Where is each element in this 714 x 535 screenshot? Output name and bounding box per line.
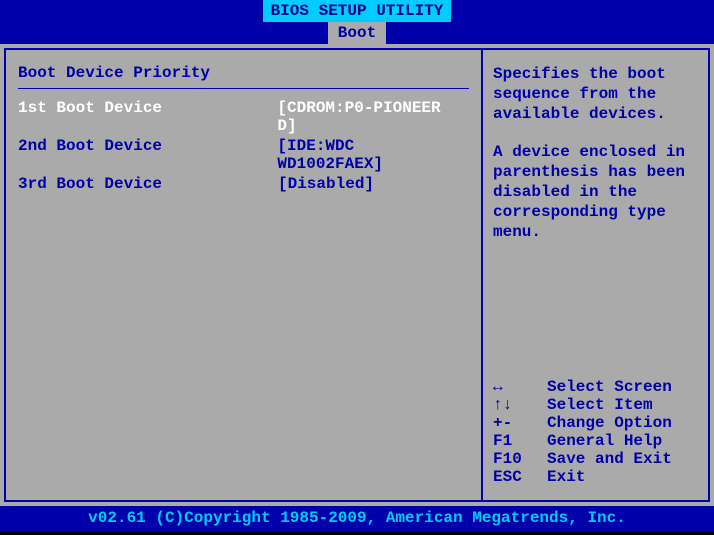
nav-desc: Select Item xyxy=(547,396,653,414)
tab-row: Boot xyxy=(0,22,714,44)
nav-desc: Save and Exit xyxy=(547,450,672,468)
help-paragraph: A device enclosed in parenthesis has bee… xyxy=(493,142,698,242)
boot-device-row[interactable]: 3rd Boot Device [Disabled] xyxy=(18,175,469,193)
nav-row: F1 General Help xyxy=(493,432,698,450)
help-text: Specifies the boot sequence from the ava… xyxy=(493,64,698,260)
boot-device-label: 3rd Boot Device xyxy=(18,175,278,193)
nav-row: ↔ Select Screen xyxy=(493,378,698,396)
boot-device-value: [IDE:WDC WD1002FAEX] xyxy=(277,137,469,173)
boot-device-row[interactable]: 2nd Boot Device [IDE:WDC WD1002FAEX] xyxy=(18,137,469,173)
footer-text: v02.61 (C)Copyright 1985-2009, American … xyxy=(88,509,626,527)
footer-bar: v02.61 (C)Copyright 1985-2009, American … xyxy=(0,506,714,531)
main-area: Boot Device Priority 1st Boot Device [CD… xyxy=(0,44,714,506)
boot-device-value: [Disabled] xyxy=(278,175,374,193)
nav-desc: Exit xyxy=(547,468,585,486)
nav-key: F10 xyxy=(493,450,547,468)
boot-device-label: 2nd Boot Device xyxy=(18,137,277,173)
boot-device-label: 1st Boot Device xyxy=(18,99,277,135)
boot-device-row[interactable]: 1st Boot Device [CDROM:P0-PIONEER D] xyxy=(18,99,469,135)
nav-row: +- Change Option xyxy=(493,414,698,432)
help-paragraph: Specifies the boot sequence from the ava… xyxy=(493,64,698,124)
nav-key: ESC xyxy=(493,468,547,486)
nav-row: F10 Save and Exit xyxy=(493,450,698,468)
nav-desc: Change Option xyxy=(547,414,672,432)
nav-help: ↔ Select Screen ↑↓ Select Item +- Change… xyxy=(493,378,698,486)
section-title: Boot Device Priority xyxy=(18,64,469,82)
divider xyxy=(18,88,469,89)
nav-key: +- xyxy=(493,414,547,432)
nav-row: ESC Exit xyxy=(493,468,698,486)
tab-boot[interactable]: Boot xyxy=(328,22,386,44)
nav-key: ↑↓ xyxy=(493,396,547,414)
right-pane: Specifies the boot sequence from the ava… xyxy=(482,48,710,502)
nav-key: ↔ xyxy=(493,378,547,396)
title-bar: BIOS SETUP UTILITY xyxy=(0,0,714,22)
left-pane: Boot Device Priority 1st Boot Device [CD… xyxy=(4,48,482,502)
app-title: BIOS SETUP UTILITY xyxy=(263,0,452,22)
nav-key: F1 xyxy=(493,432,547,450)
nav-desc: Select Screen xyxy=(547,378,672,396)
nav-desc: General Help xyxy=(547,432,662,450)
nav-row: ↑↓ Select Item xyxy=(493,396,698,414)
boot-device-value: [CDROM:P0-PIONEER D] xyxy=(277,99,469,135)
